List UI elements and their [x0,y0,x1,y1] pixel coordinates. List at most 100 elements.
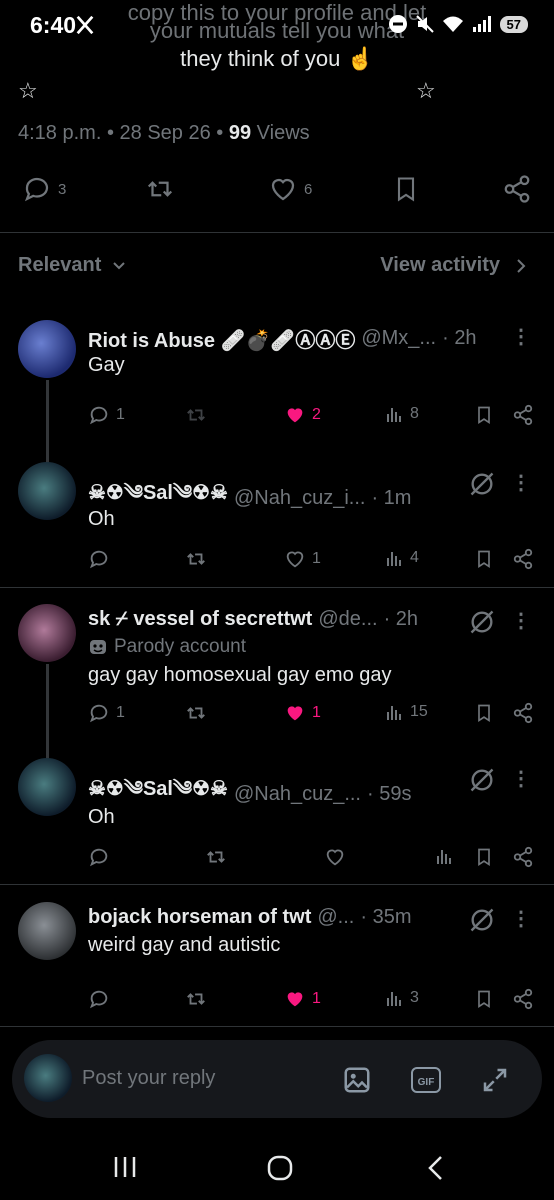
repost-button[interactable] [144,174,176,204]
share-icon [513,548,533,570]
chart-bars-icon [387,408,401,422]
reply-composer[interactable]: Post your reply GIF [12,1040,542,1118]
heart-filled-icon [287,706,303,721]
avatar [24,1054,72,1102]
star-left: ☆ [18,78,38,103]
share-button[interactable] [512,988,534,1010]
grok-icon[interactable] [468,470,496,498]
share-button[interactable] [512,404,534,426]
signal-icon [472,16,491,32]
tweet-text: Gay [88,354,125,376]
like-button[interactable] [324,846,346,868]
sort-dropdown[interactable]: Relevant [18,254,127,277]
more-icon[interactable]: ⋮ [511,766,531,791]
bookmark-button[interactable] [474,846,494,868]
home-icon[interactable] [266,1154,294,1182]
image-icon[interactable] [342,1065,372,1095]
reply-button[interactable] [88,846,110,868]
reply-button[interactable] [88,988,110,1010]
more-icon[interactable]: ⋮ [511,324,531,349]
share-icon [504,175,530,203]
author-handle[interactable]: @... [317,906,354,929]
share-button[interactable] [502,174,532,204]
views-button[interactable]: 3 [384,988,419,1008]
like-button[interactable]: 6 [268,174,312,204]
timestamp: · 2h [442,327,477,349]
timestamp: · 2h [383,608,419,630]
views-button[interactable]: 4 [384,548,419,568]
repost-button[interactable] [184,548,208,570]
chevron-right-icon [517,258,526,273]
bookmark-button[interactable] [392,174,420,204]
post-action-bar: 3 6 [0,170,554,210]
author-handle[interactable]: @Mx_... [361,327,436,350]
views-button[interactable]: 8 [384,404,419,424]
share-button[interactable] [512,548,534,570]
chart-bars-icon [387,706,401,720]
more-icon[interactable]: ⋮ [511,470,531,495]
repost-button[interactable] [184,404,208,426]
grok-icon[interactable] [468,608,496,636]
bookmark-button[interactable] [474,702,494,724]
reply-icon [89,990,108,1009]
dnd-icon [388,15,407,33]
reply-icon [89,848,108,867]
reply-icon [89,704,108,723]
author-handle[interactable]: @Nah_cuz_i... [234,487,365,510]
reply-icon [89,550,108,569]
bookmark-icon [478,848,490,867]
more-icon[interactable]: ⋮ [511,608,531,633]
bookmark-button[interactable] [474,548,494,570]
reply-count: 3 [58,180,67,198]
author-name[interactable]: sk ⌿ vessel of secrettwt [88,608,312,631]
views-button[interactable]: 15 [384,702,428,722]
like-button[interactable]: 1 [284,988,321,1010]
bookmark-button[interactable] [474,988,494,1010]
more-icon[interactable]: ⋮ [511,906,531,931]
like-button[interactable]: 2 [284,404,321,426]
mute-icon [415,15,434,33]
reply-button[interactable] [88,548,110,570]
system-nav-bar [0,1140,554,1200]
avatar[interactable] [18,320,76,378]
repost-icon [187,707,205,719]
views-button[interactable] [434,846,454,866]
author-handle[interactable]: @de... [318,608,377,631]
repost-button[interactable] [184,988,208,1010]
reply-input[interactable]: Post your reply [82,1067,215,1090]
author-name[interactable]: Riot is Abuse 🩹💣🩹ⒶⒶⒺ [88,324,355,353]
tweet-text: Oh [88,806,115,828]
reply-button[interactable]: 3 [22,174,66,204]
avatar[interactable] [18,902,76,960]
reply-button[interactable]: 1 [88,404,125,426]
status-time: 6:40 [30,12,77,38]
bookmark-button[interactable] [474,404,494,426]
like-count: 6 [304,180,313,198]
status-icons-left [74,14,96,36]
view-activity-link[interactable]: View activity [380,254,528,277]
reply-icon [24,177,49,202]
reply-icon [89,406,108,425]
share-button[interactable] [512,702,534,724]
status-icons-right: 57 [388,14,528,34]
heart-icon [286,551,304,568]
author-name[interactable]: bojack horseman of twt [88,906,311,929]
divider [0,1026,554,1027]
grok-icon[interactable] [468,766,496,794]
repost-button[interactable] [204,846,228,868]
share-button[interactable] [512,846,534,868]
reply-button[interactable]: 1 [88,702,125,724]
expand-icon[interactable] [480,1065,510,1095]
repost-button[interactable] [184,702,208,724]
avatar[interactable] [18,604,76,662]
grok-icon[interactable] [468,906,496,934]
gif-icon[interactable]: GIF [410,1065,442,1095]
like-button[interactable]: 1 [284,702,321,724]
author-handle[interactable]: @Nah_cuz_... [234,783,361,806]
avatar[interactable] [18,462,76,520]
recent-apps-icon[interactable] [112,1154,138,1180]
like-button[interactable]: 1 [284,548,321,570]
avatar[interactable] [18,758,76,816]
repost-icon [207,851,225,863]
back-icon[interactable] [424,1154,448,1182]
